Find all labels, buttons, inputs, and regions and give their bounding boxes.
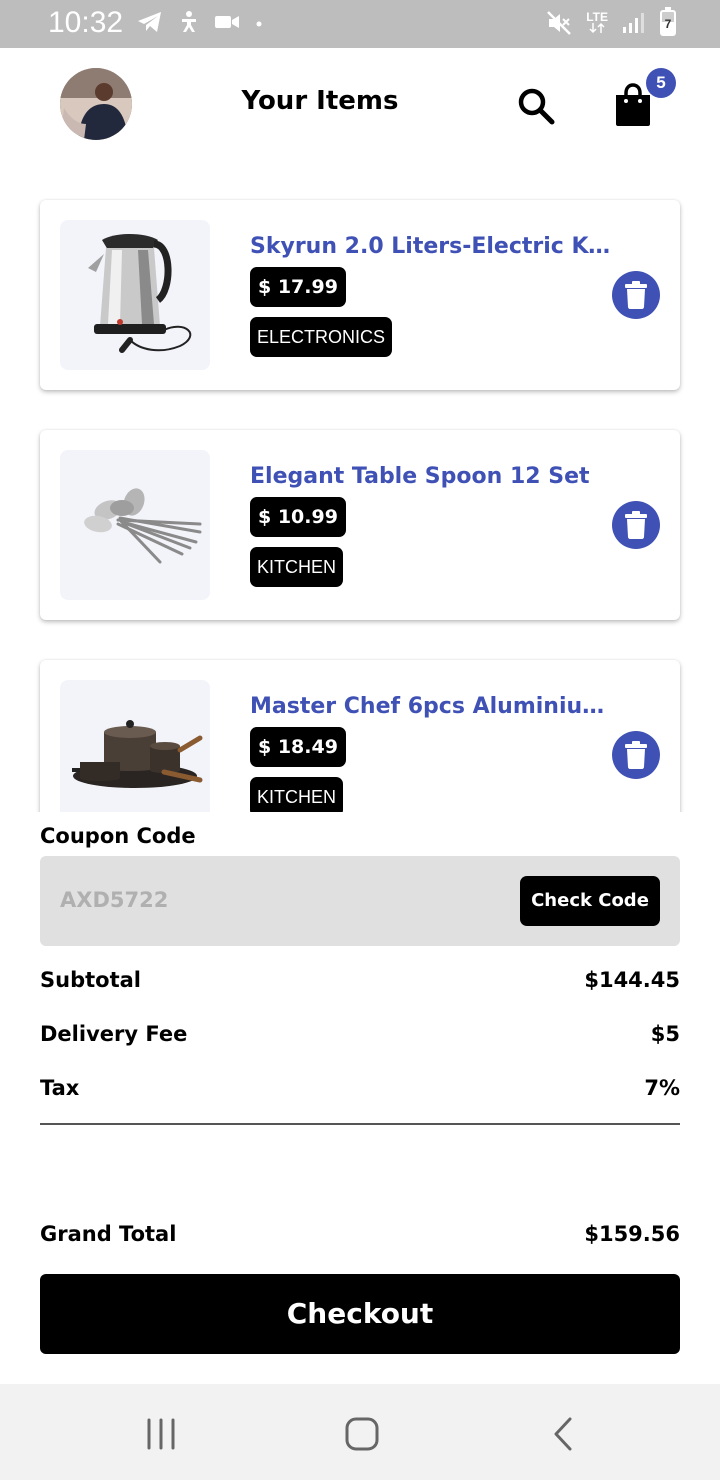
item-image — [60, 450, 210, 600]
back-button[interactable] — [544, 1414, 584, 1454]
search-button[interactable] — [512, 82, 560, 130]
trash-icon — [625, 741, 647, 769]
cart-item-card[interactable]: Master Chef 6pcs Aluminium ... $ 18.49 K… — [40, 660, 680, 812]
system-nav-bar — [0, 1384, 720, 1480]
delivery-fee-label: Delivery Fee — [40, 1022, 188, 1046]
signal-bars-icon — [623, 13, 644, 33]
home-button[interactable] — [342, 1414, 382, 1454]
coupon-code-label: Coupon Code — [40, 824, 196, 848]
cart-items-list[interactable]: Skyrun 2.0 Liters-Electric Kettle $ 17.9… — [0, 180, 720, 812]
item-price: $ 10.99 — [250, 497, 346, 537]
back-icon — [554, 1417, 572, 1451]
item-category-tag: ELECTRONICS — [250, 317, 393, 357]
status-notification-icons — [136, 10, 264, 34]
accessibility-icon — [182, 11, 196, 32]
home-icon — [345, 1417, 379, 1451]
grand-total-label: Grand Total — [40, 1222, 177, 1246]
item-category-tag: KITCHEN — [250, 777, 344, 812]
battery-level-text: 7 — [664, 17, 672, 31]
delete-item-button[interactable] — [612, 271, 660, 319]
trash-icon — [625, 281, 647, 309]
status-system-icons: LTE 7 — [546, 7, 676, 36]
status-time: 10:32 — [48, 6, 124, 39]
subtotal-value: $144.45 — [584, 968, 680, 992]
recent-apps-button[interactable] — [141, 1414, 181, 1454]
grand-total-value: $159.56 — [584, 1222, 680, 1246]
mute-icon — [547, 11, 572, 35]
telegram-icon — [138, 12, 161, 32]
checkout-button[interactable]: Checkout — [40, 1274, 680, 1354]
item-title[interactable]: Skyrun 2.0 Liters-Electric Kettle — [250, 234, 620, 259]
item-title[interactable]: Master Chef 6pcs Aluminium ... — [250, 694, 620, 719]
video-camera-icon — [215, 16, 239, 28]
status-bar: 10:32 LTE 7 — [0, 0, 720, 48]
item-price: $ 18.49 — [250, 727, 346, 767]
delete-item-button[interactable] — [612, 731, 660, 779]
table-spoon-set-image — [84, 488, 202, 564]
dot-icon — [256, 21, 262, 27]
cart-item-card[interactable]: Skyrun 2.0 Liters-Electric Kettle $ 17.9… — [40, 200, 680, 390]
item-image — [60, 220, 210, 370]
delete-item-button[interactable] — [612, 501, 660, 549]
trash-icon — [625, 511, 647, 539]
cart-count-badge: 5 — [646, 68, 676, 98]
cart-item-card[interactable]: Elegant Table Spoon 12 Set $ 10.99 KITCH… — [40, 430, 680, 620]
item-title[interactable]: Elegant Table Spoon 12 Set — [250, 464, 620, 489]
item-image — [60, 680, 210, 812]
cookware-set-image — [72, 720, 203, 788]
lte-signal-icon: LTE — [586, 10, 608, 34]
coupon-code-input[interactable] — [60, 880, 480, 920]
item-category-tag: KITCHEN — [250, 547, 344, 587]
tax-value: 7% — [644, 1076, 680, 1100]
tax-label: Tax — [40, 1076, 80, 1100]
summary-divider — [40, 1123, 680, 1125]
delivery-fee-value: $5 — [650, 1022, 680, 1046]
page-title: Your Items — [241, 86, 399, 116]
recent-apps-icon — [147, 1418, 175, 1450]
avatar[interactable] — [60, 68, 132, 140]
subtotal-label: Subtotal — [40, 968, 141, 992]
user-photo-icon — [60, 68, 132, 140]
lte-label: LTE — [586, 10, 608, 24]
battery-icon: 7 — [660, 7, 676, 36]
item-price: $ 17.99 — [250, 267, 346, 307]
search-icon — [518, 88, 555, 125]
check-code-button[interactable]: Check Code — [520, 876, 660, 926]
coupon-code-box: Check Code — [40, 856, 680, 946]
electric-kettle-image — [88, 234, 192, 353]
